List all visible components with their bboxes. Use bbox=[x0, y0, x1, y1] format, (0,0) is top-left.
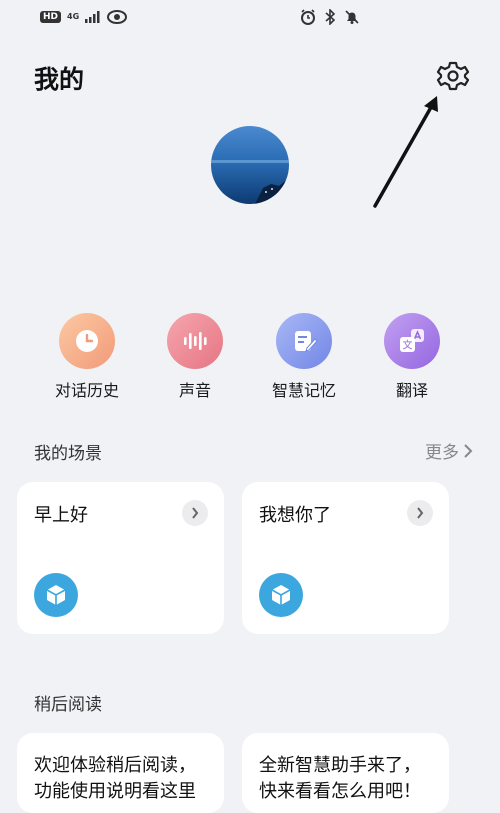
more-label: 更多 bbox=[425, 443, 459, 463]
page-title: 我的 bbox=[34, 65, 85, 94]
status-left: HD 4G bbox=[40, 10, 128, 24]
quick-action-translate[interactable]: 文 翻译 bbox=[357, 313, 467, 401]
quick-action-label: 声音 bbox=[178, 381, 211, 400]
bluetooth-icon bbox=[325, 9, 336, 25]
network-type: 4G bbox=[67, 12, 80, 21]
section-title-read-later: 稍后阅读 bbox=[34, 695, 102, 715]
status-right bbox=[300, 9, 360, 25]
avatar-image bbox=[211, 126, 289, 204]
status-bar: HD 4G bbox=[0, 0, 500, 36]
pointer-arrow bbox=[373, 96, 438, 208]
clock-icon bbox=[59, 313, 115, 369]
hd-badge: HD bbox=[40, 11, 62, 23]
quick-action-history[interactable]: 对话历史 bbox=[32, 313, 142, 401]
eye-icon bbox=[107, 10, 128, 24]
mute-icon bbox=[345, 10, 359, 24]
quick-action-label: 翻译 bbox=[395, 381, 428, 400]
more-link[interactable]: 更多 bbox=[425, 438, 473, 463]
avatar[interactable] bbox=[211, 126, 289, 204]
scene-card-title: 我想你了 bbox=[259, 505, 331, 526]
chevron-right-icon bbox=[464, 443, 473, 458]
chevron-right-icon[interactable] bbox=[407, 500, 433, 526]
read-later-card-text: 全新智慧助手来了，快来看看怎么用吧！ bbox=[259, 755, 421, 802]
scene-card-title: 早上好 bbox=[34, 505, 88, 526]
cube-icon bbox=[259, 573, 303, 617]
cube-icon bbox=[34, 573, 78, 617]
section-title-scenes: 我的场景 bbox=[34, 444, 102, 464]
sound-wave-icon bbox=[167, 313, 223, 369]
read-later-card-text: 欢迎体验稍后阅读，功能使用说明看这里 bbox=[34, 755, 196, 802]
translate-icon: 文 bbox=[384, 313, 440, 369]
read-later-card[interactable]: 欢迎体验稍后阅读，功能使用说明看这里 bbox=[17, 733, 224, 813]
quick-action-label: 对话历史 bbox=[54, 381, 119, 400]
quick-action-memory[interactable]: 智慧记忆 bbox=[249, 313, 359, 401]
alarm-icon bbox=[301, 9, 315, 25]
svg-text:文: 文 bbox=[403, 339, 413, 352]
signal-icon bbox=[85, 11, 100, 23]
quick-action-sound[interactable]: 声音 bbox=[140, 313, 250, 401]
read-later-card[interactable]: 全新智慧助手来了，快来看看怎么用吧！ bbox=[242, 733, 449, 813]
scene-card[interactable]: 早上好 bbox=[17, 482, 224, 634]
note-pen-icon bbox=[276, 313, 332, 369]
chevron-right-icon[interactable] bbox=[182, 500, 208, 526]
quick-action-label: 智慧记忆 bbox=[271, 381, 336, 400]
scene-card[interactable]: 我想你了 bbox=[242, 482, 449, 634]
